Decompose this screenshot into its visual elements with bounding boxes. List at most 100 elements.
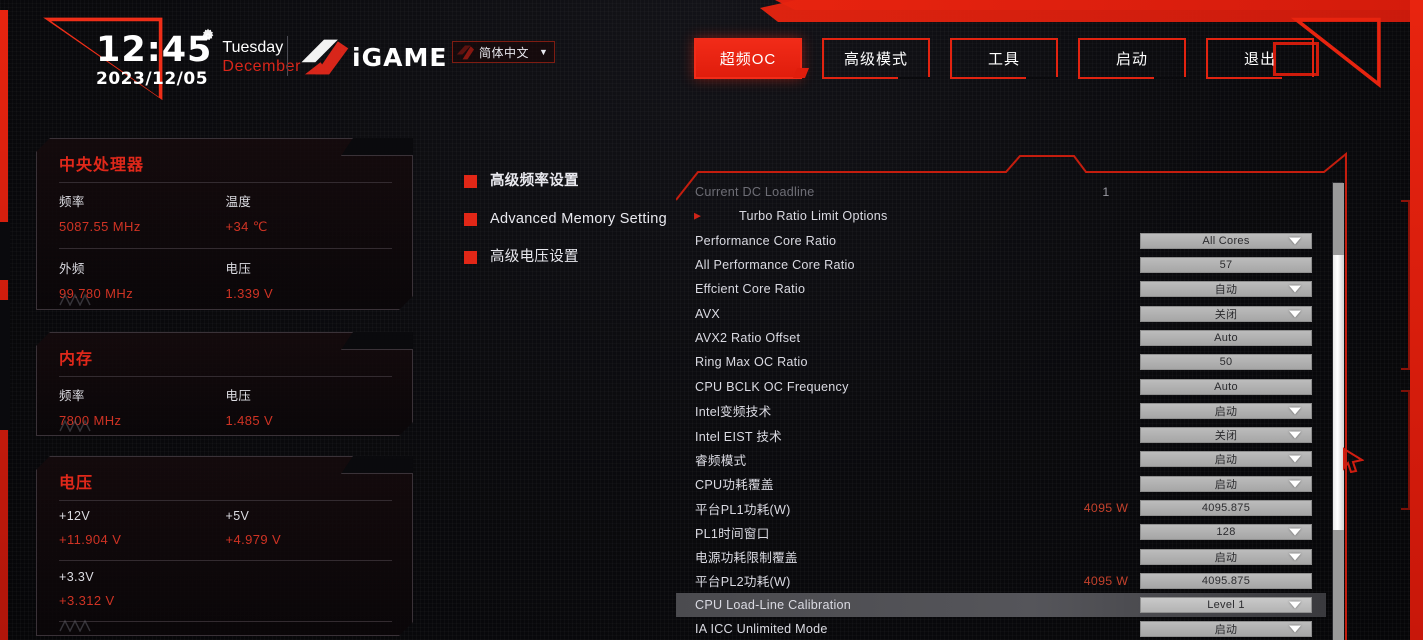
settings-row[interactable]: AVX2 Ratio Offset Auto	[676, 326, 1326, 350]
section-nav-item-memory[interactable]: Advanced Memory Setting	[464, 210, 669, 229]
chevron-down-icon	[1289, 237, 1301, 245]
settings-row[interactable]: CPU Load-Line Calibration Level 1	[676, 593, 1326, 618]
settings-row[interactable]: 电源功耗限制覆盖 启动	[676, 544, 1326, 568]
info-row: 外频 99.780 MHz 电压 1.339 V	[59, 258, 392, 301]
bullet-square-icon	[464, 175, 477, 188]
settings-row-label: PL1时间窗口	[695, 526, 770, 541]
settings-row[interactable]: Effcient Core Ratio 自动	[676, 277, 1326, 301]
settings-row-value: Auto	[1214, 380, 1238, 393]
info-cell: 电压 1.485 V	[226, 385, 393, 428]
nav-tab-exit[interactable]: 退出	[1206, 38, 1314, 79]
info-cell: 频率 5087.55 MHz	[59, 191, 226, 235]
settings-row[interactable]: 平台PL2功耗(W) 4095 W 4095.875	[676, 569, 1326, 593]
squiggle-decor-icon	[59, 293, 107, 306]
divider	[59, 440, 392, 441]
settings-row[interactable]: 睿频模式 启动	[676, 447, 1326, 471]
scrollbar-track-top	[1333, 183, 1344, 255]
settings-row-value: 启动	[1214, 454, 1238, 467]
settings-row[interactable]: Intel EIST 技术 关闭	[676, 423, 1326, 447]
info-panel-voltage: 电压 +12V +11.904 V +5V +4.979 V +3.3V +3.…	[36, 456, 413, 636]
clock-day: Tuesday	[222, 39, 284, 56]
settings-row[interactable]: Performance Core Ratio All Cores	[676, 229, 1326, 253]
info-cell: +3.3V +3.312 V	[59, 570, 226, 608]
settings-row-label: Current DC Loadline	[695, 185, 815, 200]
header: 12:45 2023/12/05 Tuesday December iGAME	[0, 0, 1423, 108]
chevron-down-icon	[1289, 553, 1301, 561]
settings-row-dropdown[interactable]: 启动	[1140, 451, 1312, 468]
section-nav-item-frequency[interactable]: 高级频率设置	[464, 172, 669, 191]
settings-row-value: 启动	[1214, 551, 1238, 564]
nav-tab-exit-label: 退出	[1243, 51, 1276, 68]
settings-row-input[interactable]: Auto	[1140, 329, 1312, 346]
settings-row-dropdown[interactable]: 启动	[1140, 548, 1312, 565]
nav-tab-tools[interactable]: 工具	[950, 38, 1058, 79]
settings-row-dropdown[interactable]: 关闭	[1140, 305, 1312, 322]
settings-row-value: 自动	[1214, 284, 1238, 297]
settings-row[interactable]: CPU功耗覆盖 启动	[676, 472, 1326, 496]
scrollbar-thumb[interactable]	[1333, 255, 1344, 530]
language-value: 简体中文	[479, 45, 530, 60]
settings-row-input[interactable]: 57	[1140, 257, 1312, 274]
brand-logo: iGAME	[298, 36, 447, 78]
settings-row-dropdown[interactable]: All Cores	[1140, 232, 1312, 249]
settings-row-dropdown[interactable]: Level 1	[1140, 597, 1312, 614]
settings-row-label: CPU功耗覆盖	[695, 478, 774, 493]
info-label: 温度	[225, 195, 252, 209]
settings-row[interactable]: IA ICC Unlimited Mode 启动	[676, 617, 1326, 640]
settings-row-label: 睿频模式	[695, 453, 747, 468]
divider	[59, 248, 392, 249]
frame-right-notch	[1401, 200, 1410, 370]
chevron-down-icon	[1289, 407, 1301, 415]
info-row: 频率 7800 MHz 电压 1.485 V	[59, 385, 392, 428]
nav-tab-boot[interactable]: 启动	[1078, 38, 1186, 79]
info-label: 外频	[59, 262, 85, 276]
gear-icon[interactable]	[200, 28, 216, 44]
main-nav: 超频OC 高级模式 工具 启动 退出	[694, 38, 1314, 79]
settings-row-label: CPU Load-Line Calibration	[695, 598, 852, 613]
expand-arrow-icon: ▶	[694, 210, 701, 221]
language-selector[interactable]: 简体中文 ▼	[452, 41, 555, 63]
settings-row[interactable]: Current DC Loadline 1	[676, 180, 1326, 204]
settings-row-value: 关闭	[1214, 308, 1238, 321]
nav-tab-advanced-label: 高级模式	[843, 51, 908, 68]
settings-row-label: IA ICC Unlimited Mode	[695, 622, 828, 637]
settings-row[interactable]: Intel变频技术 启动	[676, 399, 1326, 423]
settings-row-input[interactable]: 50	[1140, 354, 1312, 371]
settings-row-dropdown[interactable]: 128	[1140, 524, 1312, 541]
settings-row-value: 57	[1219, 259, 1233, 272]
nav-tab-oc[interactable]: 超频OC	[694, 38, 802, 79]
settings-row[interactable]: All Performance Core Ratio 57	[676, 253, 1326, 277]
info-cell: 温度 +34 ℃	[226, 191, 393, 235]
settings-row-input[interactable]: Auto	[1140, 378, 1312, 395]
nav-tab-advanced[interactable]: 高级模式	[822, 38, 930, 79]
settings-row-value: 启动	[1214, 624, 1238, 637]
settings-row[interactable]: AVX 关闭	[676, 301, 1326, 325]
settings-row[interactable]: CPU BCLK OC Frequency Auto	[676, 374, 1326, 398]
nav-tab-oc-label: 超频OC	[719, 51, 777, 68]
settings-row[interactable]: 平台PL1功耗(W) 4095 W 4095.875	[676, 496, 1326, 520]
info-label: 频率	[59, 195, 85, 209]
frame-left-notch-2	[0, 300, 10, 430]
settings-row[interactable]: Ring Max OC Ratio 50	[676, 350, 1326, 374]
info-cell	[226, 570, 393, 608]
settings-scrollbar[interactable]	[1332, 182, 1344, 640]
settings-row-dropdown[interactable]: 启动	[1140, 402, 1312, 419]
settings-row-label: CPU BCLK OC Frequency	[695, 379, 849, 394]
settings-row-input[interactable]: 4095.875	[1140, 572, 1312, 589]
section-nav-item-voltage[interactable]: 高级电压设置	[464, 248, 669, 267]
section-nav: 高级频率设置 Advanced Memory Setting 高级电压设置	[464, 172, 669, 286]
settings-row[interactable]: PL1时间窗口 128	[676, 520, 1326, 544]
settings-row-dropdown[interactable]: 关闭	[1140, 427, 1312, 444]
divider	[59, 376, 392, 377]
info-panel-cpu-title: 中央处理器	[59, 157, 145, 174]
settings-list: Current DC Loadline 1 ▶ Turbo Ratio Limit O…	[676, 180, 1326, 640]
settings-row-dropdown[interactable]: 启动	[1140, 475, 1312, 492]
settings-row[interactable]: ▶ Turbo Ratio Limit Options	[676, 204, 1326, 228]
settings-row-dropdown[interactable]: 自动	[1140, 281, 1312, 298]
divider	[59, 621, 392, 622]
settings-row-input[interactable]: 4095.875	[1140, 500, 1312, 516]
settings-row-dropdown[interactable]: 启动	[1140, 621, 1312, 638]
info-label: 频率	[59, 389, 85, 403]
bios-screen: 12:45 2023/12/05 Tuesday December iGAME	[0, 0, 1423, 640]
info-value: 1.485 V	[225, 413, 274, 428]
